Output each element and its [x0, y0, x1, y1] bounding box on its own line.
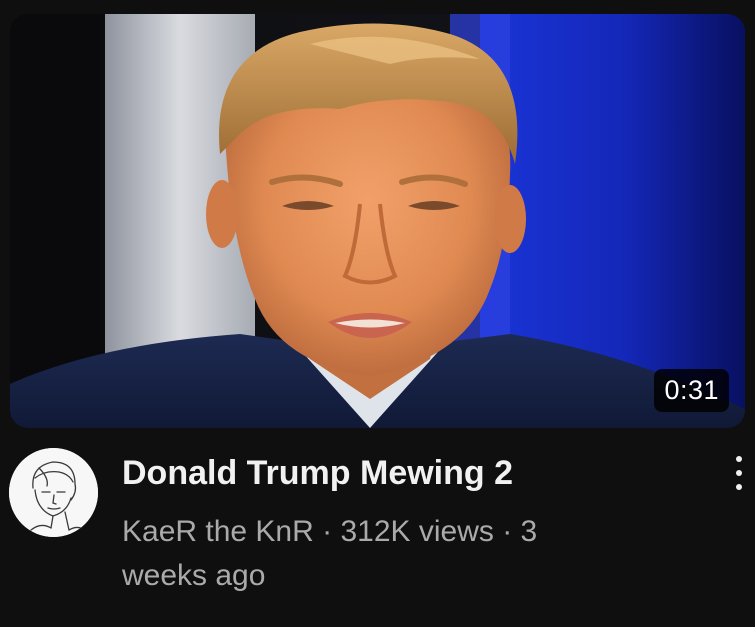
duration-badge: 0:31 [654, 369, 729, 412]
upload-age-unit: weeks ago [122, 559, 266, 592]
video-metadata: KaeR the KnR · 312K views · 3 weeks ago [122, 510, 682, 598]
avatar-sketch-icon [9, 448, 98, 537]
meta-separator: · [493, 515, 521, 548]
dot [736, 470, 742, 476]
dot [736, 456, 742, 462]
channel-avatar[interactable] [9, 448, 98, 537]
upload-age-number: 3 [520, 515, 538, 548]
meta-separator: · [313, 515, 341, 548]
video-title[interactable]: Donald Trump Mewing 2 [122, 452, 682, 494]
dot [736, 484, 742, 490]
more-vert-icon[interactable] [726, 456, 752, 490]
view-count: 312K views [340, 515, 494, 548]
thumbnail-image [10, 14, 745, 428]
video-thumbnail[interactable]: 0:31 [10, 14, 745, 428]
channel-name[interactable]: KaeR the KnR [122, 515, 314, 548]
